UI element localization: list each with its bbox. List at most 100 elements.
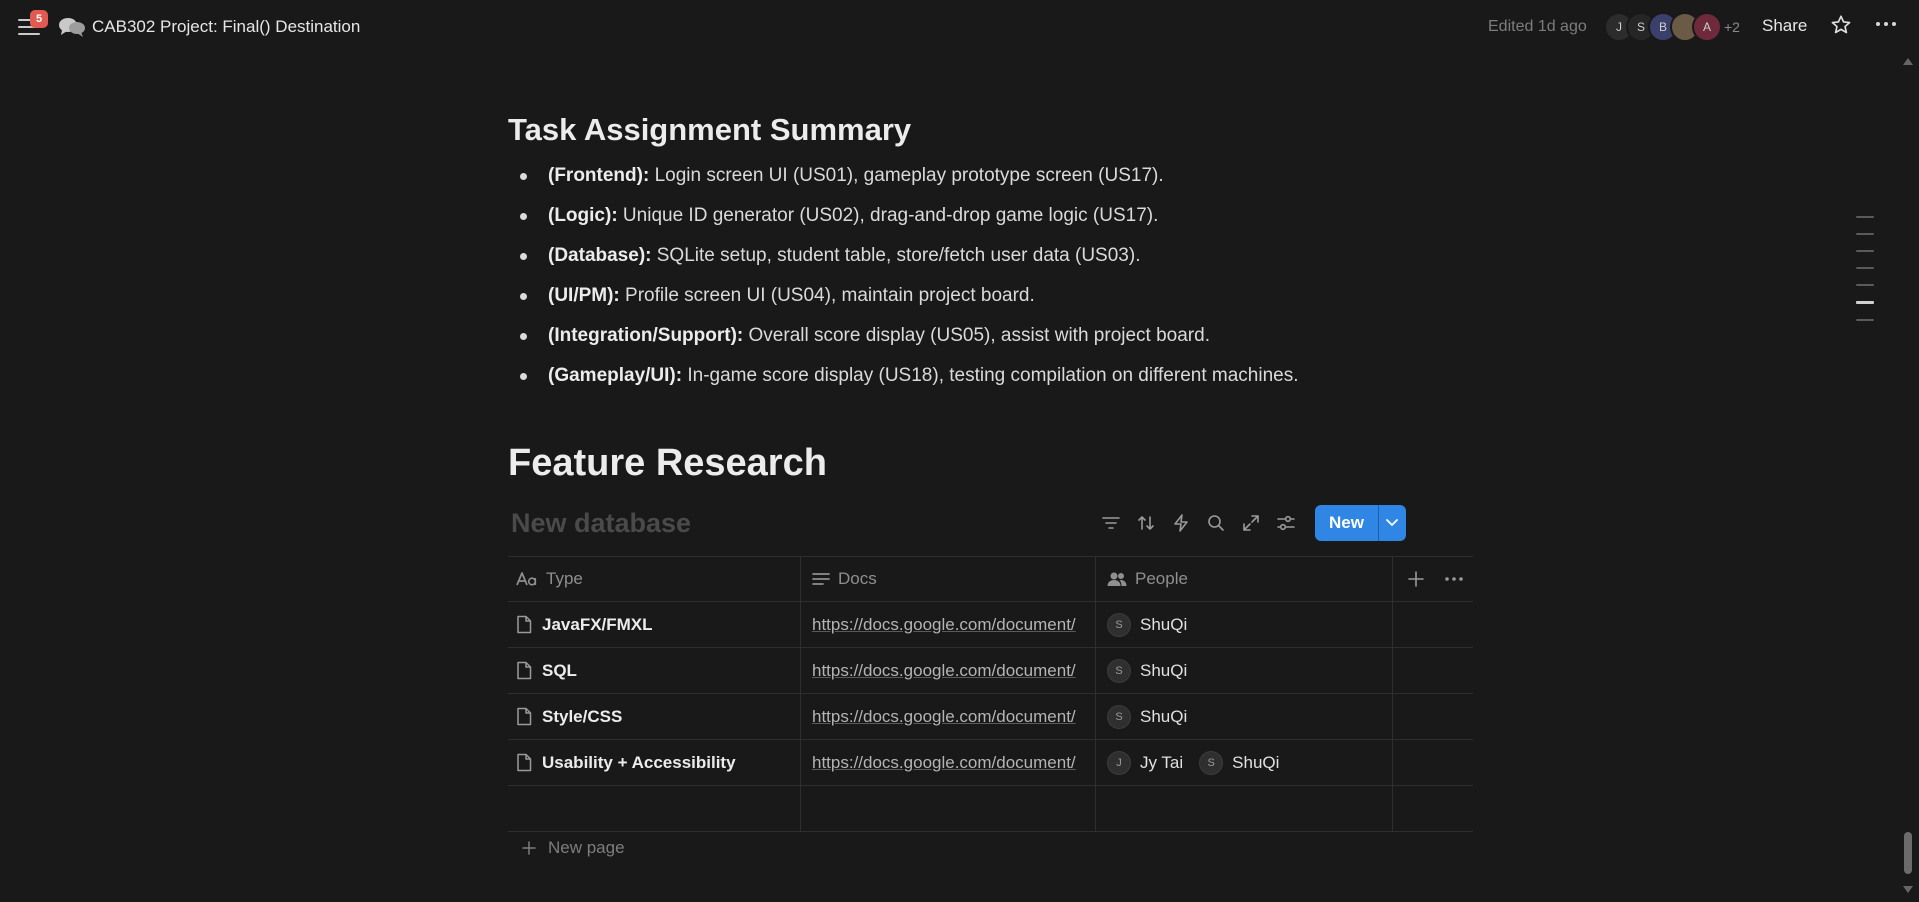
column-options-dots-icon[interactable] <box>1444 576 1464 582</box>
bullet-icon <box>520 213 527 220</box>
row-title[interactable]: Usability + Accessibility <box>542 753 736 773</box>
text-lines-icon <box>812 572 830 586</box>
filter-icon[interactable] <box>1093 506 1128 540</box>
task-description: Unique ID generator (US02), drag-and-dro… <box>617 205 1159 226</box>
people-cell[interactable]: J Jy Tai S ShuQi <box>1097 740 1393 785</box>
people-cell[interactable]: S ShuQi <box>1097 694 1393 739</box>
task-role: (Integration/Support): <box>548 325 744 346</box>
more-options-icon[interactable] <box>1874 12 1898 42</box>
speech-bubbles-icon <box>58 16 86 43</box>
table-of-contents-outline[interactable] <box>1856 216 1874 336</box>
person-chip: S ShuQi <box>1107 704 1188 729</box>
column-header-actions <box>1408 557 1464 601</box>
column-header-label: Type <box>546 569 583 588</box>
new-page-button[interactable]: New page <box>522 838 625 858</box>
page-document-icon <box>516 661 532 680</box>
task-description: Profile screen UI (US04), maintain proje… <box>619 285 1035 306</box>
docs-cell: https://docs.google.com/document/ <box>802 648 1096 693</box>
person-chip: S ShuQi <box>1199 750 1280 775</box>
column-header-type[interactable]: Type <box>508 557 801 601</box>
empty-cell <box>1097 786 1393 831</box>
docs-link[interactable]: https://docs.google.com/document/ <box>812 615 1076 635</box>
page-document-icon <box>516 707 532 726</box>
page-breadcrumb-title[interactable]: CAB302 Project: Final() Destination <box>92 17 360 37</box>
feature-research-heading: Feature Research <box>508 442 827 484</box>
table-row[interactable]: Style/CSS https://docs.google.com/documen… <box>508 694 1473 740</box>
scroll-up-arrow-icon[interactable] <box>1903 58 1913 65</box>
bullet-icon <box>520 333 527 340</box>
type-cell[interactable]: Style/CSS <box>508 694 801 739</box>
sort-icon[interactable] <box>1128 506 1163 540</box>
outline-line[interactable] <box>1856 319 1874 321</box>
docs-link[interactable]: https://docs.google.com/document/ <box>812 707 1076 727</box>
task-role: (Gameplay/UI): <box>548 365 683 386</box>
person-name: ShuQi <box>1140 614 1188 634</box>
table-row[interactable]: SQL https://docs.google.com/document/S Shu… <box>508 648 1473 694</box>
type-cell[interactable]: Usability + Accessibility <box>508 740 801 785</box>
row-title[interactable]: Style/CSS <box>542 707 622 727</box>
collaborator-avatars[interactable]: JSBA <box>1604 12 1722 42</box>
automation-lightning-icon[interactable] <box>1163 506 1198 540</box>
avatar: S <box>1107 704 1131 729</box>
table-row[interactable]: Usability + Accessibility https://docs.go… <box>508 740 1473 786</box>
outline-line[interactable] <box>1856 267 1874 269</box>
outline-line[interactable] <box>1856 233 1874 235</box>
task-role: (UI/PM): <box>548 285 620 306</box>
bullet-icon <box>520 253 527 260</box>
search-icon[interactable] <box>1198 506 1233 540</box>
notification-badge: 5 <box>30 10 48 28</box>
outline-line[interactable] <box>1856 250 1874 252</box>
database-title[interactable]: New database <box>511 508 691 539</box>
task-role: (Database): <box>548 245 652 266</box>
task-description: In-game score display (US18), testing co… <box>682 365 1299 386</box>
table-row[interactable]: JavaFX/FMXL https://docs.google.com/docum… <box>508 602 1473 648</box>
settings-sliders-icon[interactable] <box>1268 506 1303 540</box>
person-chip: S ShuQi <box>1107 658 1187 683</box>
people-icon <box>1107 571 1127 587</box>
new-entry-button[interactable]: New <box>1315 505 1378 541</box>
row-title[interactable]: SQL <box>542 661 577 681</box>
person-name: Jy Tai <box>1140 752 1184 772</box>
docs-cell: https://docs.google.com/document/ <box>802 602 1096 647</box>
scrollbar-thumb[interactable] <box>1904 832 1912 874</box>
task-list-item: (Database): SQLite setup, student table,… <box>508 236 1408 276</box>
task-role: (Logic): <box>548 205 618 226</box>
chevron-down-icon[interactable] <box>1377 505 1406 541</box>
avatar: S <box>1107 612 1131 637</box>
column-header-label: People <box>1135 569 1188 588</box>
plus-icon <box>522 841 536 855</box>
bullet-icon <box>520 173 527 180</box>
row-title[interactable]: JavaFX/FMXL <box>542 615 653 635</box>
outline-line-active[interactable] <box>1856 301 1874 304</box>
new-page-label: New page <box>548 838 625 857</box>
scroll-down-arrow-icon[interactable] <box>1903 886 1913 893</box>
people-cell[interactable]: S ShuQi <box>1097 602 1393 647</box>
expand-icon[interactable] <box>1233 506 1268 540</box>
empty-cell <box>802 786 1096 831</box>
page-document-icon <box>516 753 532 772</box>
add-property-plus-icon[interactable] <box>1408 571 1424 587</box>
type-cell[interactable]: JavaFX/FMXL <box>508 602 801 647</box>
page-document-icon <box>516 615 532 634</box>
outline-line[interactable] <box>1856 216 1874 218</box>
database-toolbar: New <box>1093 505 1406 541</box>
column-header-docs[interactable]: Docs <box>802 557 1096 601</box>
column-header-people[interactable]: People <box>1097 557 1393 601</box>
more-collaborators-count[interactable]: +2 <box>1724 19 1740 35</box>
person-name: ShuQi <box>1140 706 1188 726</box>
share-button[interactable]: Share <box>1762 16 1807 36</box>
empty-table-row[interactable] <box>508 786 1473 832</box>
people-cell[interactable]: S ShuQi <box>1097 648 1393 693</box>
collaborator-avatar[interactable]: A <box>1692 12 1722 42</box>
docs-link[interactable]: https://docs.google.com/document/ <box>812 753 1076 773</box>
favorite-star-icon[interactable] <box>1830 14 1852 41</box>
top-bar: 5 CAB302 Project: Final() Destination Ed… <box>0 0 1919 54</box>
task-description: SQLite setup, student table, store/fetch… <box>651 245 1141 266</box>
avatar: J <box>1107 750 1131 775</box>
person-chip: S ShuQi <box>1107 612 1188 637</box>
docs-link[interactable]: https://docs.google.com/document/ <box>812 661 1076 681</box>
sidebar-menu-button[interactable]: 5 <box>18 10 48 38</box>
person-name: ShuQi <box>1232 752 1280 772</box>
outline-line[interactable] <box>1856 284 1874 286</box>
type-cell[interactable]: SQL <box>508 648 801 693</box>
